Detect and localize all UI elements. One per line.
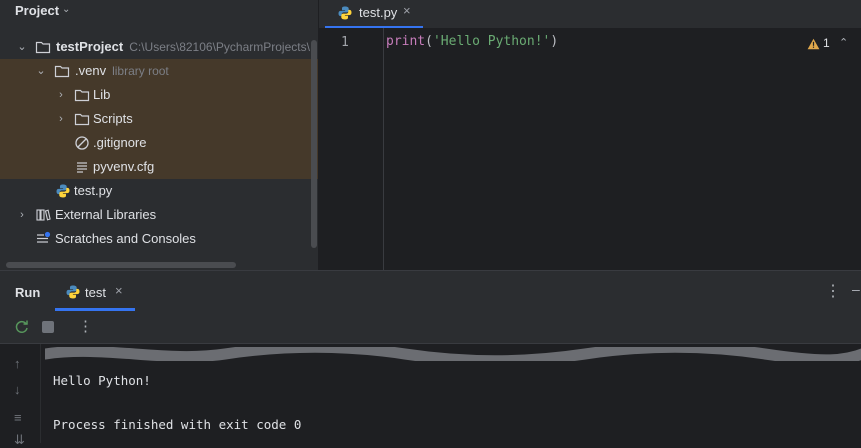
python-file-icon	[338, 6, 352, 20]
tree-item-label: Lib	[93, 87, 111, 102]
tree-item-label: Scratches and Consoles	[55, 231, 196, 246]
tree-item-pyvenv-cfg[interactable]: pyvenv.cfg	[0, 155, 318, 179]
chevron-down-icon[interactable]: ⌄	[35, 59, 47, 83]
console-output-line: Hello Python!	[53, 373, 151, 388]
code-paren-close: )	[550, 34, 559, 49]
tree-item-external-libraries[interactable]: › External Libraries	[0, 203, 318, 227]
warning-count[interactable]: 1	[823, 36, 830, 50]
python-file-icon	[56, 184, 70, 198]
chevron-right-icon[interactable]: ›	[55, 83, 67, 107]
tree-item-gitignore[interactable]: .gitignore	[0, 131, 318, 155]
scroll-to-end-icon[interactable]: ⇊	[14, 432, 25, 448]
arrow-down-icon[interactable]: ↓	[14, 382, 21, 397]
editor-tab-bar: test.py ×	[319, 0, 861, 29]
redacted-command-line	[45, 347, 861, 361]
folder-icon	[54, 65, 70, 78]
tree-item-venv[interactable]: ⌄ .venv library root	[0, 59, 318, 83]
run-toolbar: ⋮	[0, 311, 861, 344]
warning-icon[interactable]	[807, 38, 820, 50]
soft-wrap-icon[interactable]: ≡	[14, 410, 22, 425]
vertical-scrollbar[interactable]	[311, 40, 317, 248]
config-file-icon	[77, 162, 87, 173]
minimize-icon[interactable]: –	[852, 281, 860, 297]
code-function: print	[386, 34, 426, 49]
tree-item-label: .venv	[75, 63, 107, 78]
ignored-file-icon	[75, 136, 89, 150]
editor-tab-test-py[interactable]: test.py ×	[325, 0, 423, 28]
tree-item-test-py[interactable]: test.py	[0, 179, 318, 203]
tree-item-hint: library root	[112, 64, 169, 78]
python-file-icon	[66, 285, 80, 299]
code-paren-open: (	[425, 34, 433, 49]
close-icon[interactable]: ×	[403, 3, 411, 18]
tree-item-testproject[interactable]: ⌄ testProject C:\Users\82106\PycharmProje…	[0, 35, 318, 59]
chevron-down-icon[interactable]: ⌄	[62, 4, 70, 15]
tree-item-label: .gitignore	[93, 135, 147, 150]
project-panel: Project ⌄ ⌄ testProject C:\Users\82106\Py…	[0, 0, 318, 270]
rerun-icon[interactable]	[14, 319, 30, 335]
console-sidebar: ↑ ↓ ≡ ⇊	[0, 344, 41, 447]
run-panel: Run test × ⋮ – ⋮ ↑ ↓ ≡ ⇊ Hello Python! P…	[0, 271, 861, 447]
more-options-icon[interactable]: ⋮	[825, 281, 841, 301]
library-icon	[36, 209, 51, 221]
scratches-icon	[37, 231, 51, 243]
line-number: 1	[341, 35, 349, 50]
console-output[interactable]: Hello Python! Process finished with exit…	[45, 344, 861, 443]
folder-icon	[35, 41, 51, 54]
editor-tab-label: test.py	[359, 5, 398, 20]
tree-item-lib[interactable]: › Lib	[0, 83, 318, 107]
project-header[interactable]: Project ⌄	[0, 0, 318, 24]
project-title[interactable]: Project	[15, 3, 59, 18]
close-icon[interactable]: ×	[115, 283, 123, 298]
more-options-icon[interactable]: ⋮	[78, 317, 93, 335]
horizontal-scrollbar[interactable]	[6, 262, 236, 268]
run-header: Run test × ⋮ –	[0, 271, 861, 311]
tree-item-label: Scripts	[93, 111, 133, 126]
tree-item-label: testProject	[56, 39, 124, 54]
chevron-right-icon[interactable]: ›	[16, 203, 28, 227]
arrow-up-icon[interactable]: ↑	[14, 356, 21, 371]
folder-icon	[74, 89, 90, 102]
stop-icon[interactable]	[42, 321, 54, 333]
code-string: 'Hello Python!'	[432, 34, 551, 49]
chevron-right-icon[interactable]: ›	[55, 107, 67, 131]
tree-item-scratches[interactable]: Scratches and Consoles	[0, 227, 318, 251]
run-tab-label: test	[85, 285, 106, 300]
line-gutter: 1	[319, 28, 384, 270]
code-line[interactable]: print('Hello Python!')	[386, 34, 558, 49]
tree-item-label: pyvenv.cfg	[93, 159, 155, 174]
chevron-up-icon[interactable]: ⌃	[839, 36, 848, 49]
folder-icon	[74, 113, 90, 126]
run-tab-test[interactable]: test ×	[55, 271, 135, 311]
run-title: Run	[15, 285, 41, 300]
editor: test.py × 1 print('Hello Python!') 1 ⌃	[319, 0, 861, 270]
tree-item-label: External Libraries	[55, 207, 157, 222]
tree-item-path: C:\Users\82106\PycharmProjects\	[129, 40, 310, 54]
tree-item-scripts[interactable]: › Scripts	[0, 107, 318, 131]
chevron-down-icon[interactable]: ⌄	[16, 35, 28, 59]
tree-item-label: test.py	[74, 183, 113, 198]
console-exit-line: Process finished with exit code 0	[53, 417, 302, 432]
